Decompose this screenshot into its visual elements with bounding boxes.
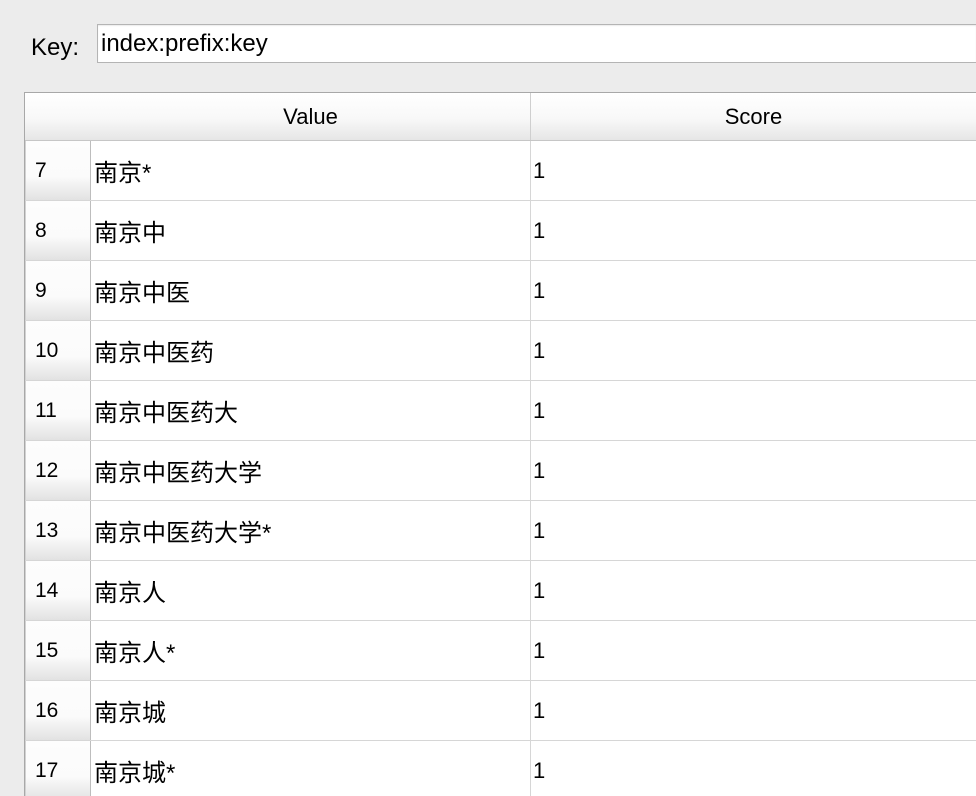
row-number[interactable]: 14 xyxy=(25,561,91,620)
column-header-value[interactable]: Value xyxy=(91,93,531,140)
score-cell[interactable]: 1 xyxy=(531,621,976,680)
row-number[interactable]: 10 xyxy=(25,321,91,380)
value-cell[interactable]: 南京人* xyxy=(91,621,531,680)
table-row[interactable]: 7 南京* 1 xyxy=(25,141,976,201)
row-number[interactable]: 17 xyxy=(25,741,91,796)
value-cell[interactable]: 南京* xyxy=(91,141,531,200)
table-row[interactable]: 13 南京中医药大学* 1 xyxy=(25,501,976,561)
table-row[interactable]: 9 南京中医 1 xyxy=(25,261,976,321)
row-number[interactable]: 9 xyxy=(25,261,91,320)
table-row[interactable]: 8 南京中 1 xyxy=(25,201,976,261)
row-number[interactable]: 13 xyxy=(25,501,91,560)
score-cell[interactable]: 1 xyxy=(531,681,976,740)
value-cell[interactable]: 南京中医药大学 xyxy=(91,441,531,500)
row-number[interactable]: 12 xyxy=(25,441,91,500)
row-number[interactable]: 16 xyxy=(25,681,91,740)
value-cell[interactable]: 南京中医药大 xyxy=(91,381,531,440)
score-cell[interactable]: 1 xyxy=(531,141,976,200)
score-cell[interactable]: 1 xyxy=(531,201,976,260)
value-cell[interactable]: 南京城 xyxy=(91,681,531,740)
table-row[interactable]: 14 南京人 1 xyxy=(25,561,976,621)
table-header: Value Score xyxy=(25,93,976,141)
values-table: Value Score 7 南京* 1 8 南京中 1 9 南京中医 1 10 … xyxy=(24,92,976,796)
key-input[interactable] xyxy=(97,24,976,63)
table-row[interactable]: 16 南京城 1 xyxy=(25,681,976,741)
table-row[interactable]: 15 南京人* 1 xyxy=(25,621,976,681)
score-cell[interactable]: 1 xyxy=(531,261,976,320)
table-row[interactable]: 10 南京中医药 1 xyxy=(25,321,976,381)
value-cell[interactable]: 南京中医药 xyxy=(91,321,531,380)
value-cell[interactable]: 南京中医药大学* xyxy=(91,501,531,560)
value-cell[interactable]: 南京中 xyxy=(91,201,531,260)
table-row[interactable]: 17 南京城* 1 xyxy=(25,741,976,796)
row-number[interactable]: 8 xyxy=(25,201,91,260)
table-corner[interactable] xyxy=(25,93,91,140)
row-number[interactable]: 7 xyxy=(25,141,91,200)
score-cell[interactable]: 1 xyxy=(531,561,976,620)
value-cell[interactable]: 南京中医 xyxy=(91,261,531,320)
score-cell[interactable]: 1 xyxy=(531,321,976,380)
value-cell[interactable]: 南京人 xyxy=(91,561,531,620)
score-cell[interactable]: 1 xyxy=(531,741,976,796)
value-cell[interactable]: 南京城* xyxy=(91,741,531,796)
score-cell[interactable]: 1 xyxy=(531,381,976,440)
key-label: Key: xyxy=(31,34,80,61)
column-header-score[interactable]: Score xyxy=(531,93,976,140)
score-cell[interactable]: 1 xyxy=(531,441,976,500)
score-cell[interactable]: 1 xyxy=(531,501,976,560)
table-row[interactable]: 12 南京中医药大学 1 xyxy=(25,441,976,501)
table-row[interactable]: 11 南京中医药大 1 xyxy=(25,381,976,441)
row-number[interactable]: 11 xyxy=(25,381,91,440)
row-number[interactable]: 15 xyxy=(25,621,91,680)
